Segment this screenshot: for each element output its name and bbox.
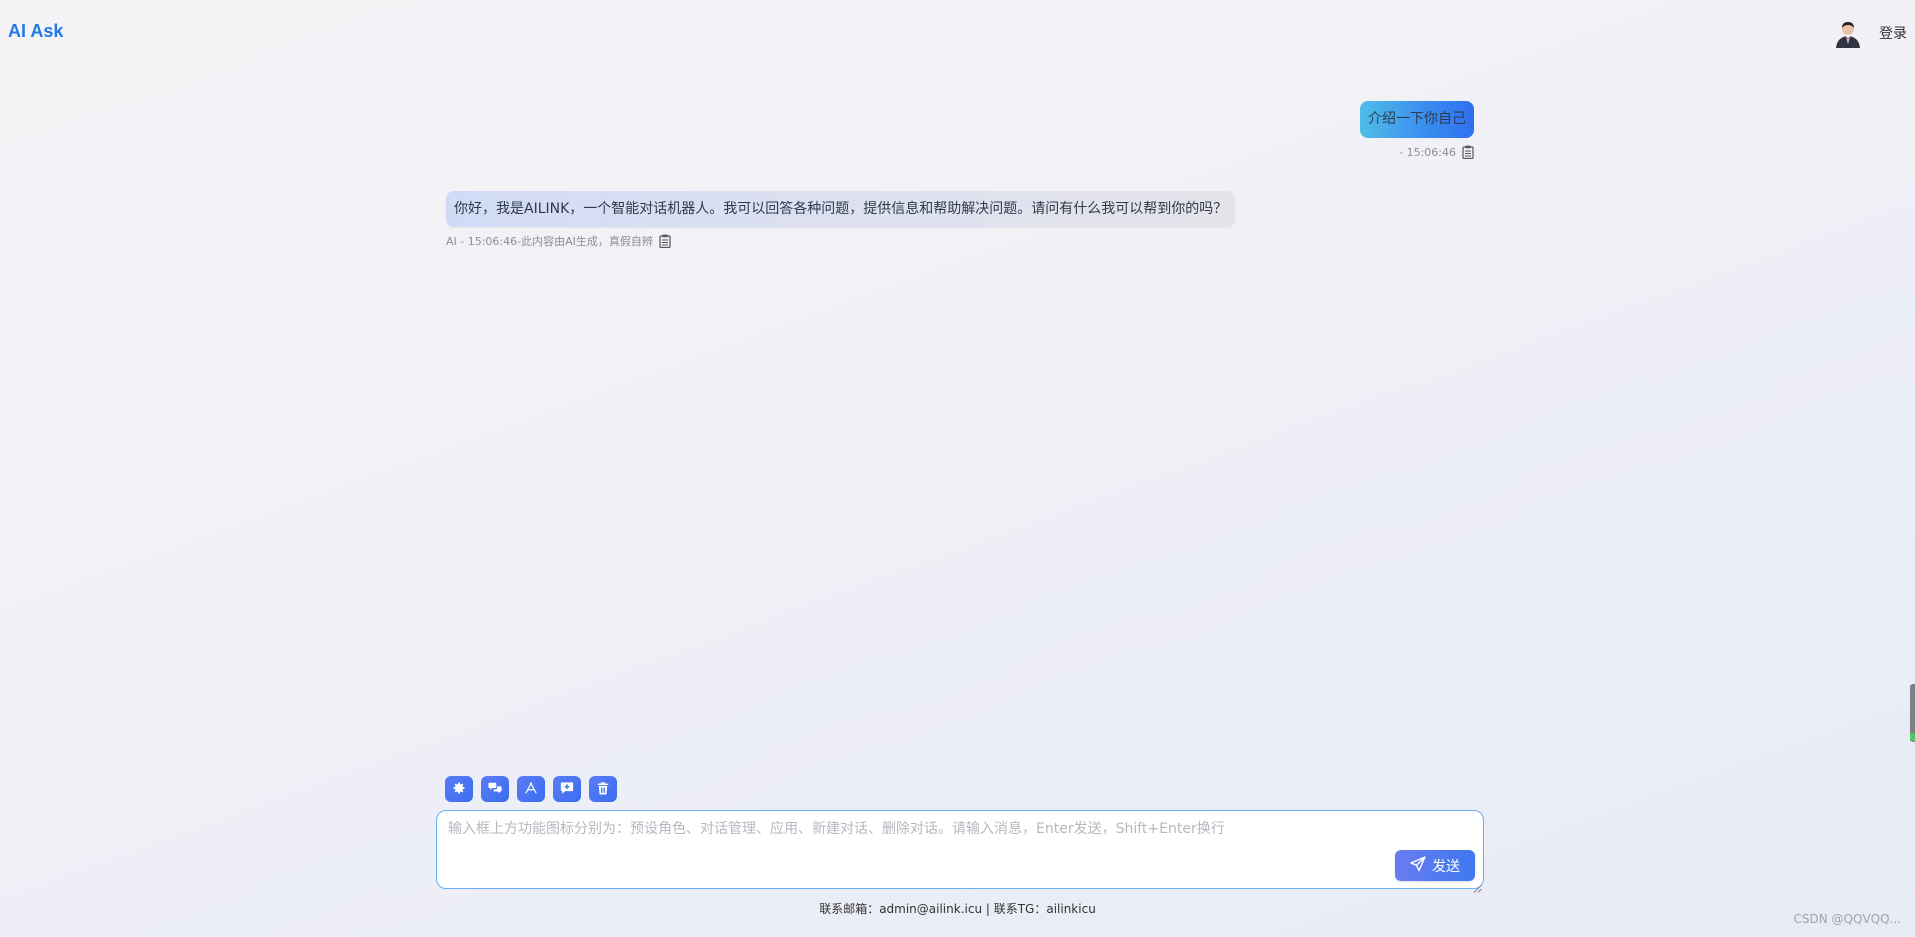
send-button[interactable]: 发送 bbox=[1395, 850, 1475, 881]
user-message-bubble: 介绍一下你自己 bbox=[1360, 101, 1474, 138]
footer-contact: 联系邮箱：admin@ailink.icu | 联系TG：ailinkicu bbox=[819, 902, 1096, 916]
trash-icon bbox=[596, 780, 610, 799]
message-input[interactable] bbox=[437, 811, 1483, 888]
preset-role-button[interactable] bbox=[445, 776, 473, 802]
chat-toolbar bbox=[445, 776, 617, 802]
user-message-time: - 15:06:46 bbox=[1399, 145, 1456, 159]
header: AI Ask 登录 bbox=[0, 0, 1915, 64]
chat-management-button[interactable] bbox=[481, 776, 509, 802]
gear-icon bbox=[452, 780, 466, 799]
copy-icon[interactable] bbox=[659, 234, 671, 248]
user-avatar-icon[interactable] bbox=[1835, 20, 1861, 48]
new-chat-icon bbox=[560, 780, 574, 799]
login-link[interactable]: 登录 bbox=[1879, 23, 1907, 43]
apps-icon bbox=[524, 780, 538, 799]
brand-logo[interactable]: AI Ask bbox=[8, 21, 63, 42]
resize-handle-icon[interactable] bbox=[1473, 878, 1482, 893]
new-chat-button[interactable] bbox=[553, 776, 581, 802]
send-button-label: 发送 bbox=[1432, 858, 1460, 875]
ai-message-bubble: 你好，我是AILINK，一个智能对话机器人。我可以回答各种问题，提供信息和帮助解… bbox=[446, 191, 1236, 227]
user-message-meta: - 15:06:46 bbox=[1399, 145, 1474, 159]
ai-message-time: AI - 15:06:46-此内容由AI生成，真假自辨 bbox=[446, 235, 653, 248]
scrollbar-accent bbox=[1910, 733, 1915, 741]
send-icon bbox=[1410, 855, 1426, 876]
watermark: CSDN @QQVQQ... bbox=[1793, 912, 1901, 926]
ai-message-meta: AI - 15:06:46-此内容由AI生成，真假自辨 bbox=[446, 233, 671, 249]
message-input-box: 发送 bbox=[436, 810, 1484, 893]
copy-icon[interactable] bbox=[1462, 145, 1474, 159]
apps-button[interactable] bbox=[517, 776, 545, 802]
delete-chat-button[interactable] bbox=[589, 776, 617, 802]
chat-bubbles-icon bbox=[488, 780, 502, 799]
